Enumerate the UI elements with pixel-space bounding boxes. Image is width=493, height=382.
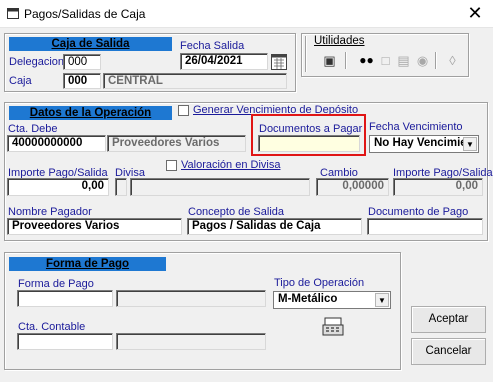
tipo-operacion-value: M-Metálico bbox=[278, 293, 338, 305]
nombre-pagador-label: Nombre Pagador bbox=[8, 206, 92, 218]
documento-pago-field[interactable] bbox=[367, 218, 483, 235]
binoculars-icon[interactable]: ●● bbox=[358, 52, 375, 69]
importe-divisa-field: 0,00 bbox=[393, 178, 483, 196]
window-app-icon bbox=[7, 8, 19, 19]
tipo-operacion-select[interactable]: M-Metálico ▼ bbox=[273, 291, 391, 309]
document-icon[interactable]: □ bbox=[377, 52, 394, 69]
fecha-salida-label: Fecha Salida bbox=[180, 40, 245, 52]
utilidades-divider bbox=[305, 36, 307, 72]
datos-operacion-header: Datos de la Operación bbox=[9, 106, 172, 120]
settings-icon[interactable]: ◉ bbox=[414, 52, 431, 69]
valoracion-divisa-checkbox[interactable] bbox=[166, 160, 177, 171]
cta-contable-label: Cta. Contable bbox=[18, 321, 86, 333]
concepto-salida-field[interactable]: Pagos / Salidas de Caja bbox=[187, 218, 362, 235]
toolbar-separator bbox=[345, 52, 347, 69]
caja-name-field: CENTRAL bbox=[103, 73, 287, 89]
cta-contable-name-field bbox=[116, 333, 266, 350]
forma-pago-field[interactable] bbox=[17, 290, 113, 307]
forma-pago-header: Forma de Pago bbox=[9, 257, 166, 271]
cash-register-icon[interactable] bbox=[322, 317, 344, 337]
fecha-vencimiento-value: No Hay Vencimier bbox=[374, 137, 472, 149]
aceptar-button[interactable]: Aceptar bbox=[411, 306, 486, 333]
chevron-down-icon[interactable]: ▼ bbox=[375, 293, 389, 307]
cta-debe-name-field: Proveedores Varios bbox=[107, 135, 246, 152]
documento-pago-label: Documento de Pago bbox=[368, 206, 469, 218]
tipo-operacion-label: Tipo de Operación bbox=[274, 277, 365, 289]
cambio-field: 0,00000 bbox=[316, 178, 389, 196]
fecha-vencimiento-label: Fecha Vencimiento bbox=[369, 121, 463, 133]
utilidades-label: Utilidades bbox=[314, 35, 365, 47]
caja-label: Caja bbox=[9, 75, 32, 87]
tree-structure-icon[interactable]: ▣ bbox=[321, 52, 338, 69]
caja-field[interactable]: 000 bbox=[63, 73, 101, 89]
database-icon[interactable]: ▤ bbox=[395, 52, 412, 69]
cta-contable-field[interactable] bbox=[17, 333, 113, 350]
fecha-vencimiento-select[interactable]: No Hay Vencimier ▼ bbox=[369, 135, 479, 153]
documentos-field[interactable] bbox=[258, 135, 360, 152]
cancelar-button[interactable]: Cancelar bbox=[411, 338, 486, 365]
cta-debe-label: Cta. Debe bbox=[8, 123, 58, 135]
divisa-name-field bbox=[130, 178, 310, 196]
delegacion-field[interactable]: 000 bbox=[63, 54, 101, 70]
nombre-pagador-field[interactable]: Proveedores Varios bbox=[7, 218, 182, 235]
divisa-field bbox=[115, 178, 127, 196]
window-title: Pagos/Salidas de Caja bbox=[24, 7, 146, 21]
importe-field[interactable]: 0,00 bbox=[7, 178, 109, 196]
chevron-down-icon[interactable]: ▼ bbox=[463, 137, 477, 151]
concepto-salida-label: Concepto de Salida bbox=[188, 206, 285, 218]
forma-pago-name-field bbox=[116, 290, 266, 307]
fecha-salida-field[interactable]: 26/04/2021 bbox=[180, 53, 268, 70]
eraser-icon[interactable]: ◊ bbox=[444, 52, 461, 69]
close-icon[interactable]: ✕ bbox=[463, 3, 487, 23]
generar-vencimiento-checkbox[interactable] bbox=[178, 105, 189, 116]
title-bar: Pagos/Salidas de Caja ✕ bbox=[0, 0, 493, 28]
forma-pago-label: Forma de Pago bbox=[18, 278, 94, 290]
toolbar-separator-2 bbox=[435, 52, 437, 69]
calendar-icon[interactable] bbox=[271, 54, 287, 70]
caja-salida-header: Caja de Salida bbox=[9, 37, 172, 51]
cta-debe-field[interactable]: 40000000000 bbox=[7, 135, 106, 152]
delegacion-label: Delegacion bbox=[9, 56, 65, 68]
valoracion-divisa-label: Valoración en Divisa bbox=[181, 159, 281, 171]
documentos-label: Documentos a Pagar bbox=[259, 123, 363, 135]
